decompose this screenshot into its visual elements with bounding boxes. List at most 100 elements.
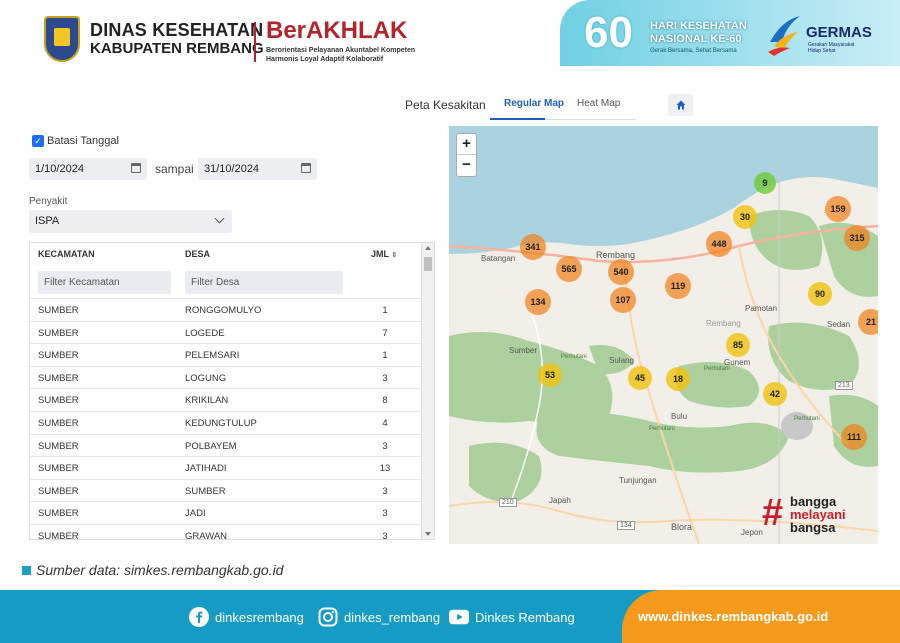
cell-kecamatan: SUMBER (38, 530, 79, 540)
hashtag-icon: # (762, 492, 784, 534)
cluster-count: 159 (830, 204, 846, 214)
forest-label: Perhutani (704, 366, 730, 372)
filter-kecamatan-input[interactable]: Filter Kecamatan (38, 271, 171, 294)
zoom-in-button[interactable]: + (457, 134, 476, 155)
facebook-icon (189, 607, 209, 627)
tab-heat-map[interactable]: Heat Map (577, 98, 620, 109)
cluster-marker[interactable]: 30 (730, 202, 760, 232)
cell-jml: 3 (382, 440, 388, 452)
penyakit-select[interactable]: ISPA (29, 210, 232, 233)
cluster-marker[interactable]: 42 (760, 379, 790, 409)
facebook-handle: dinkesrembang (215, 609, 304, 625)
table-row[interactable]: SUMBER POLBAYEM 3 (30, 433, 422, 457)
town-label: Sedan (827, 320, 851, 329)
source-text: Sumber data: simkes.rembangkab.go.id (36, 562, 284, 578)
tab-peta-kesakitan[interactable]: Peta Kesakitan (405, 98, 486, 112)
cell-desa: PELEMSARI (185, 350, 240, 362)
road-number: 134 (617, 521, 635, 530)
town-label: Jepon (741, 528, 763, 537)
scroll-down-icon[interactable] (425, 532, 431, 536)
cluster-marker[interactable]: 540 (605, 256, 637, 288)
table-row[interactable]: SUMBER SUMBER 3 (30, 478, 422, 502)
tab-active-indicator (490, 118, 545, 120)
cluster-marker[interactable]: 119 (662, 270, 694, 302)
table-scrollbar[interactable] (421, 243, 434, 539)
kabupaten-emblem-icon (44, 16, 80, 62)
town-label: Japah (549, 496, 571, 505)
cluster-count: 134 (530, 297, 546, 307)
instagram-link[interactable]: dinkes_rembang (318, 607, 440, 627)
calendar-icon[interactable] (301, 163, 311, 173)
cell-desa: GRAWAN (185, 530, 228, 540)
website-link[interactable]: www.dinkes.rembangkab.go.id (638, 609, 828, 624)
cluster-marker[interactable]: 107 (607, 284, 639, 316)
table-row[interactable]: SUMBER GRAWAN 3 (30, 523, 422, 540)
penyakit-selected-value: ISPA (35, 215, 60, 227)
cell-jml: 7 (382, 327, 388, 339)
filter-desa-input[interactable]: Filter Desa (185, 271, 343, 294)
tab-regular-map[interactable]: Regular Map (504, 98, 564, 109)
cell-jml: 1 (382, 350, 388, 362)
cluster-marker[interactable]: 53 (535, 360, 565, 390)
youtube-link[interactable]: Dinkes Rembang (449, 607, 575, 627)
table-row[interactable]: SUMBER LOGUNG 3 (30, 365, 422, 389)
calendar-icon[interactable] (131, 163, 141, 173)
cluster-marker[interactable]: 159 (822, 193, 854, 225)
scroll-up-icon[interactable] (425, 246, 431, 250)
penyakit-label: Penyakit (29, 196, 68, 207)
table-row[interactable]: SUMBER KEDUNGTULUP 4 (30, 410, 422, 434)
road-number: 210 (499, 498, 517, 507)
cell-desa: RONGGOMULYO (185, 305, 262, 316)
cluster-marker[interactable]: 90 (805, 279, 835, 309)
table-row[interactable]: SUMBER PELEMSARI 1 (30, 343, 422, 366)
table-row[interactable]: SUMBER JADI 3 (30, 501, 422, 524)
cluster-marker[interactable]: 341 (517, 231, 549, 263)
cell-jml: 1 (382, 305, 388, 316)
town-label: Blora (671, 522, 693, 532)
cluster-count: 85 (732, 340, 743, 350)
home-icon (676, 100, 685, 110)
cluster-marker[interactable]: 85 (723, 330, 753, 360)
cluster-marker[interactable]: 134 (522, 286, 554, 318)
cluster-marker[interactable]: 9 (751, 169, 779, 197)
cluster-count: 18 (672, 374, 683, 384)
town-label: Batangan (481, 254, 516, 263)
cluster-marker[interactable]: 45 (625, 363, 655, 393)
cluster-marker[interactable]: 111 (838, 421, 870, 453)
cluster-marker[interactable]: 565 (553, 253, 585, 285)
cell-jml: 8 (382, 395, 388, 407)
cluster-count: 9 (762, 178, 768, 188)
table-row[interactable]: SUMBER RONGGOMULYO 1 (30, 298, 422, 321)
cell-desa: SUMBER (185, 485, 226, 497)
cluster-marker[interactable]: 21 (855, 306, 878, 338)
facebook-link[interactable]: dinkesrembang (189, 607, 304, 627)
cluster-count: 111 (846, 432, 862, 442)
cell-desa: POLBAYEM (185, 440, 237, 452)
table-row[interactable]: SUMBER JATIHADI 13 (30, 456, 422, 479)
scroll-thumb[interactable] (424, 257, 432, 271)
town-label: Sulang (609, 356, 634, 365)
column-header-desa[interactable]: DESA (185, 249, 210, 259)
regular-map[interactable]: + − Batangan Rembang Pamotan Sedan Remba… (449, 126, 878, 544)
zoom-out-button[interactable]: − (457, 155, 476, 176)
cluster-count: 341 (525, 242, 541, 252)
table-row[interactable]: SUMBER LOGEDE 7 (30, 320, 422, 344)
column-header-jml[interactable]: JML ⇕ (371, 249, 397, 259)
date-to-input[interactable]: 31/10/2024 (198, 158, 317, 180)
cell-kecamatan: SUMBER (38, 485, 79, 497)
cell-kecamatan: SUMBER (38, 440, 79, 452)
column-header-jml-label: JML (371, 249, 389, 259)
table-row[interactable]: SUMBER KRIKILAN 8 (30, 388, 422, 411)
date-from-input[interactable]: 1/10/2024 (29, 158, 147, 180)
forest-label: Perhutani (794, 416, 820, 422)
cluster-count: 42 (769, 389, 780, 399)
home-button[interactable] (668, 94, 693, 116)
cluster-marker[interactable]: 18 (663, 364, 693, 394)
town-label: Bulu (671, 412, 688, 421)
batasi-tanggal-checkbox[interactable]: ✓ (32, 135, 44, 147)
column-header-kecamatan[interactable]: KECAMATAN (38, 249, 95, 259)
forest-label: Perhutani (649, 426, 675, 432)
cluster-marker[interactable]: 315 (841, 222, 873, 254)
cluster-marker[interactable]: 448 (703, 228, 735, 260)
cell-kecamatan: SUMBER (38, 372, 79, 384)
